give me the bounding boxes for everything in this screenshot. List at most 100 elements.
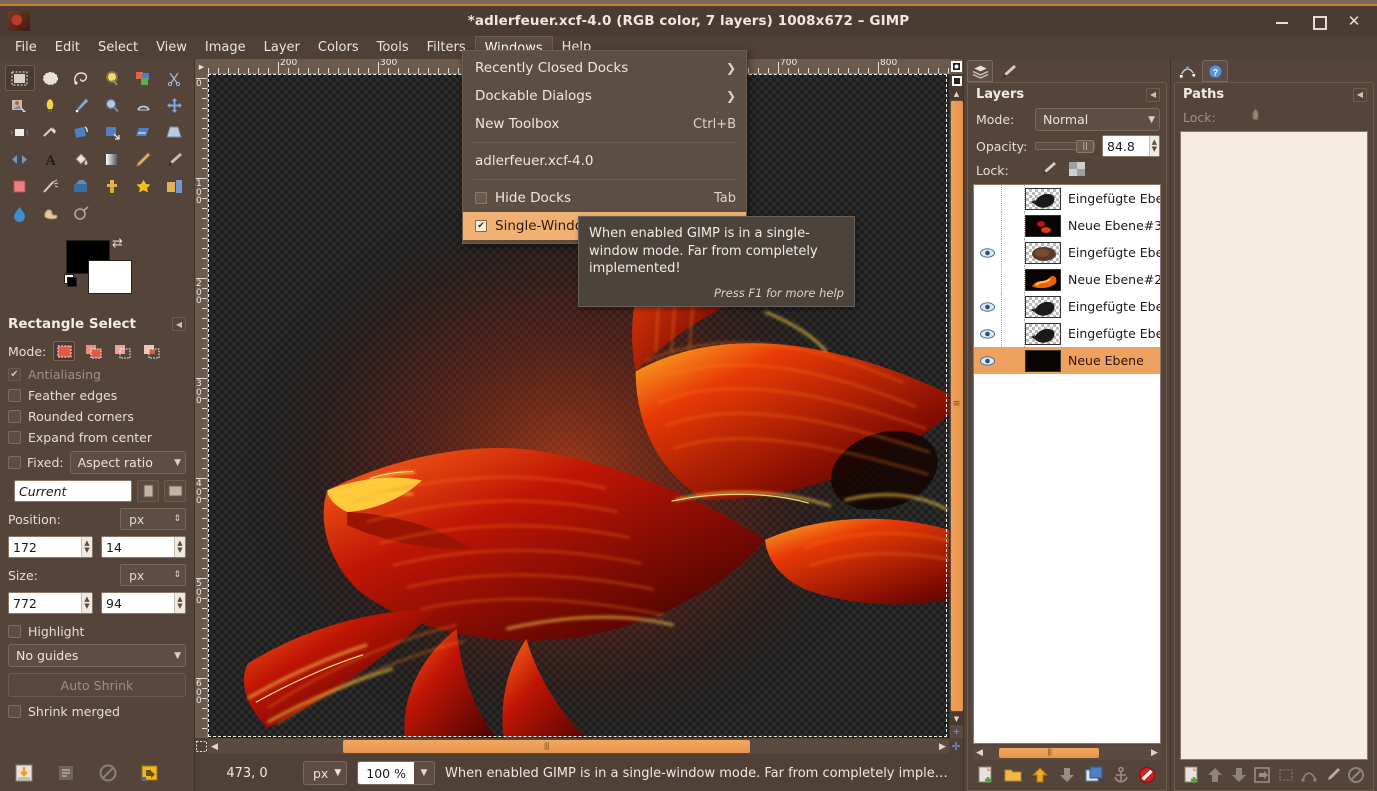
auto-shrink-button[interactable]: Auto Shrink: [8, 673, 186, 697]
fixed-aspect-dropdown[interactable]: Aspect ratio ▼: [69, 451, 186, 474]
stroke-path-icon[interactable]: [1323, 765, 1343, 785]
vertical-scrollbar[interactable]: ▲ ▼ ✛: [949, 74, 963, 738]
tool-options-collapse-icon[interactable]: ◀: [172, 317, 186, 331]
menu-image[interactable]: Image: [196, 36, 255, 59]
antialiasing-checkbox[interactable]: [8, 368, 21, 381]
layer-visibility-toggle[interactable]: [974, 328, 1001, 339]
scroll-right-button[interactable]: ▶: [936, 742, 949, 752]
delete-path-icon[interactable]: [1346, 765, 1366, 785]
clone-tool[interactable]: [98, 173, 128, 199]
size-width-stepper[interactable]: ▲ ▼: [80, 593, 92, 613]
scroll-up-button[interactable]: ▲: [950, 87, 963, 100]
opacity-slider-knob[interactable]: [1076, 140, 1095, 153]
save-tool-options-icon[interactable]: [14, 763, 34, 783]
size-unit-dropdown[interactable]: px ⇕: [120, 564, 186, 586]
fuzzy-select-tool[interactable]: [98, 65, 128, 91]
rounded-corners-checkbox[interactable]: [8, 410, 21, 423]
raise-path-icon[interactable]: [1205, 765, 1225, 785]
menu-select[interactable]: Select: [89, 36, 147, 59]
expand-from-center-checkbox[interactable]: [8, 431, 21, 444]
layer-row[interactable]: Neue Ebene#2: [974, 266, 1160, 293]
menu-tools[interactable]: Tools: [368, 36, 418, 59]
smudge-tool[interactable]: [36, 200, 66, 226]
zoom-control[interactable]: 100 % ▼: [357, 761, 435, 785]
perspective-tool[interactable]: [159, 119, 189, 145]
layers-collapse-icon[interactable]: ◀: [1146, 87, 1160, 102]
zoom-value[interactable]: 100 %: [358, 762, 414, 784]
layer-chain-toggle[interactable]: [1002, 320, 1024, 347]
ellipse-select-tool[interactable]: [36, 65, 66, 91]
lower-layer-icon[interactable]: [1057, 765, 1077, 785]
layer-visibility-toggle[interactable]: [974, 301, 1001, 312]
expand-from-center-row[interactable]: Expand from center: [0, 427, 194, 448]
unit-dropdown[interactable]: px ▼: [303, 761, 348, 785]
paths-tab[interactable]: [1174, 60, 1200, 82]
position-x-stepper[interactable]: ▲ ▼: [80, 537, 92, 557]
landscape-orientation-icon[interactable]: [164, 480, 186, 502]
bucket-fill-tool[interactable]: [67, 146, 97, 172]
lock-alpha-icon[interactable]: [1247, 108, 1264, 126]
opacity-slider[interactable]: [1035, 140, 1095, 153]
perspective-clone-tool[interactable]: [159, 173, 189, 199]
position-y-field[interactable]: ▲▼: [101, 536, 186, 558]
layer-chain-toggle[interactable]: [1002, 185, 1024, 212]
size-width-field[interactable]: ▲▼: [8, 592, 93, 614]
position-y-stepper[interactable]: ▲ ▼: [173, 537, 185, 557]
select-by-color-tool[interactable]: [128, 65, 158, 91]
scale-tool[interactable]: [98, 119, 128, 145]
size-height-field[interactable]: ▲▼: [101, 592, 186, 614]
layer-chain-toggle[interactable]: [1002, 212, 1024, 239]
scroll-down-button[interactable]: ▼: [950, 712, 963, 725]
rectangle-select-tool[interactable]: [5, 65, 35, 91]
navigate-canvas-icon[interactable]: ✛: [949, 739, 963, 754]
brushes-tab[interactable]: [995, 60, 1021, 82]
new-layer-icon[interactable]: [976, 765, 996, 785]
alignment-tool[interactable]: [5, 119, 35, 145]
shear-tool[interactable]: [128, 119, 158, 145]
rotate-tool[interactable]: [67, 119, 97, 145]
highlight-checkbox[interactable]: [8, 625, 21, 638]
guides-dropdown[interactable]: No guides ▼: [8, 644, 186, 667]
horizontal-scroll-thumb[interactable]: [342, 740, 751, 753]
horizontal-scroll-track[interactable]: [221, 740, 936, 753]
zoom-tool[interactable]: [98, 92, 128, 118]
position-y-input[interactable]: [102, 537, 174, 557]
position-x-input[interactable]: [9, 537, 81, 557]
menu-new-toolbox[interactable]: New Toolbox Ctrl+B: [463, 110, 746, 138]
delete-tool-options-icon[interactable]: [98, 763, 118, 783]
feather-edges-checkbox[interactable]: [8, 389, 21, 402]
aspect-ratio-input[interactable]: Current: [14, 480, 132, 502]
menu-dockable-dialogs[interactable]: Dockable Dialogs ❯: [463, 82, 746, 110]
path-to-selection-icon[interactable]: [1276, 765, 1296, 785]
menu-open-image-adlerfeuer[interactable]: adlerfeuer.xcf-4.0: [463, 147, 746, 175]
measure-tool[interactable]: [128, 92, 158, 118]
menu-colors[interactable]: Colors: [309, 36, 368, 59]
zoom-follow-window-icon[interactable]: [950, 59, 963, 74]
size-height-stepper[interactable]: ▲ ▼: [173, 593, 185, 613]
new-path-icon[interactable]: [1182, 765, 1202, 785]
layer-mode-dropdown[interactable]: Normal ▼: [1035, 108, 1160, 131]
layer-row[interactable]: Eingefügte Ebe: [974, 185, 1160, 212]
airbrush-tool[interactable]: [36, 173, 66, 199]
scissors-select-tool[interactable]: [159, 65, 189, 91]
mode-add-button[interactable]: [82, 341, 104, 361]
chevron-down-icon[interactable]: ▼: [413, 762, 434, 784]
delete-layer-icon[interactable]: [1137, 765, 1157, 785]
dodge-burn-tool[interactable]: [67, 200, 97, 226]
menu-hide-docks[interactable]: Hide Docks Tab: [463, 184, 746, 212]
shrink-merged-row[interactable]: Shrink merged: [0, 701, 194, 722]
selection-to-path-icon[interactable]: [1299, 765, 1319, 785]
background-color-swatch[interactable]: [88, 260, 132, 294]
opacity-input[interactable]: [1103, 136, 1149, 156]
layer-row[interactable]: Eingefügte Ebe: [974, 293, 1160, 320]
foreground-select-tool[interactable]: [5, 92, 35, 118]
ink-tool[interactable]: [67, 173, 97, 199]
rounded-corners-row[interactable]: Rounded corners: [0, 406, 194, 427]
layer-chain-toggle[interactable]: [1002, 347, 1024, 374]
quickmask-toggle-icon[interactable]: [195, 739, 208, 754]
layer-row[interactable]: Neue Ebene#3: [974, 212, 1160, 239]
flip-tool[interactable]: [5, 146, 35, 172]
duplicate-layer-icon[interactable]: [1084, 765, 1104, 785]
layers-tab[interactable]: [967, 60, 993, 82]
scroll-left-button[interactable]: ◀: [973, 748, 986, 758]
